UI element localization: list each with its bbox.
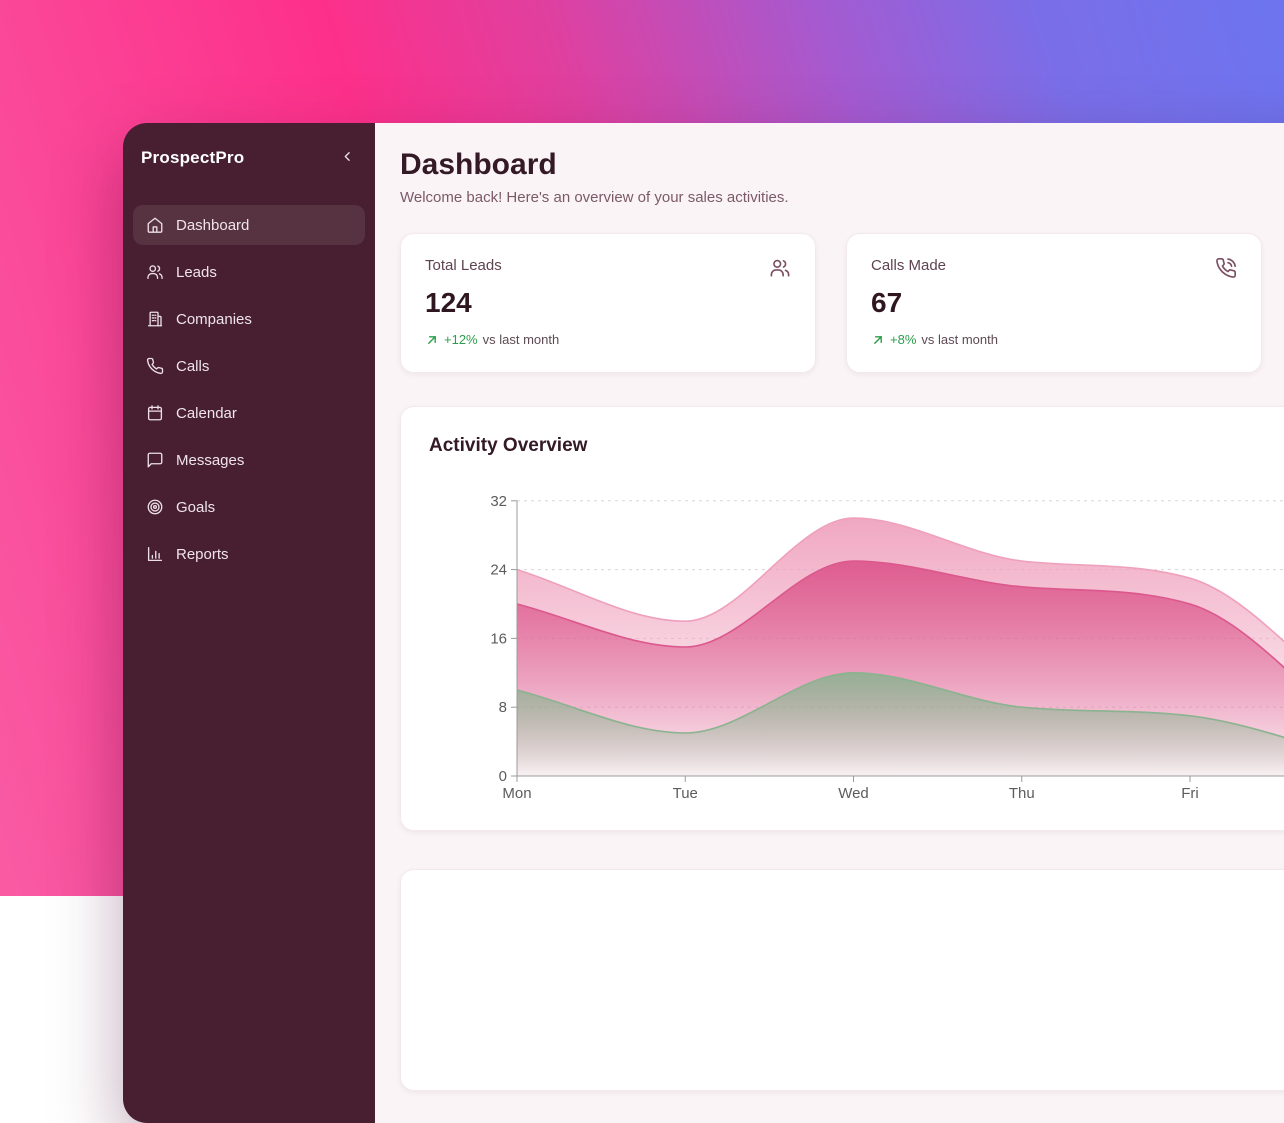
sidebar-item-calendar[interactable]: Calendar — [133, 393, 365, 433]
trend-delta: +12% — [444, 332, 478, 347]
y-tick-label: 0 — [499, 768, 507, 785]
bottom-section-card — [400, 869, 1284, 1091]
activity-overview-card: Activity Overview 0 8 16 24 32 Mon Tue Wed Thu Fr… — [400, 406, 1284, 831]
sidebar-header: ProspectPro — [123, 123, 375, 169]
stat-label: Total Leads — [425, 257, 502, 274]
x-tick-label: Mon — [502, 785, 531, 802]
x-tick-label: Fri — [1181, 785, 1199, 802]
sidebar-item-goals[interactable]: Goals — [133, 487, 365, 527]
y-tick-label: 32 — [490, 493, 507, 510]
sidebar-item-reports[interactable]: Reports — [133, 534, 365, 574]
stat-trend: +8% vs last month — [871, 332, 1237, 347]
stat-label: Calls Made — [871, 257, 946, 274]
trend-suffix: vs last month — [921, 332, 998, 347]
users-icon — [146, 263, 164, 281]
sidebar-nav: Dashboard Leads Companies Calls Calendar… — [123, 205, 375, 581]
app-window: ProspectPro Dashboard Leads Companies Ca… — [123, 123, 1284, 1123]
users-icon — [769, 257, 791, 279]
stat-cards-row: Total Leads 124 +12% vs last month Calls… — [400, 233, 1284, 373]
bar-chart-icon — [146, 545, 164, 563]
stat-value: 124 — [425, 287, 791, 319]
y-tick-label: 8 — [499, 699, 507, 716]
stat-card: Total Leads 124 +12% vs last month — [400, 233, 816, 373]
message-icon — [146, 451, 164, 469]
phone-call-icon — [1215, 257, 1237, 279]
calendar-icon — [146, 404, 164, 422]
stat-card: Calls Made 67 +8% vs last month — [846, 233, 1262, 373]
sidebar-item-messages[interactable]: Messages — [133, 440, 365, 480]
x-tick-label: Wed — [838, 785, 869, 802]
x-tick-label: Thu — [1009, 785, 1035, 802]
sidebar-item-dashboard[interactable]: Dashboard — [133, 205, 365, 245]
sidebar-item-companies[interactable]: Companies — [133, 299, 365, 339]
building-icon — [146, 310, 164, 328]
chart-area: 08162432MonTueWedThuFriSat — [429, 477, 1284, 812]
x-tick-label: Tue — [673, 785, 698, 802]
stat-trend: +12% vs last month — [425, 332, 791, 347]
stat-value: 67 — [871, 287, 1237, 319]
phone-icon — [146, 357, 164, 375]
y-tick-label: 16 — [490, 630, 507, 647]
trend-delta: +8% — [890, 332, 916, 347]
y-tick-label: 24 — [490, 562, 507, 579]
chevron-left-icon — [340, 149, 355, 167]
arrow-up-right-icon — [871, 333, 885, 347]
trend-suffix: vs last month — [483, 332, 560, 347]
page-title: Dashboard — [400, 148, 1284, 182]
chart-title: Activity Overview — [429, 435, 1284, 457]
home-icon — [146, 216, 164, 234]
sidebar-item-calls[interactable]: Calls — [133, 346, 365, 386]
sidebar-item-leads[interactable]: Leads — [133, 252, 365, 292]
app-logo-text: ProspectPro — [141, 148, 244, 168]
activity-area-chart: 08162432MonTueWedThuFriSat — [429, 477, 1284, 812]
sidebar: ProspectPro Dashboard Leads Companies Ca… — [123, 123, 375, 1123]
arrow-up-right-icon — [425, 333, 439, 347]
target-icon — [146, 498, 164, 516]
sidebar-collapse-button[interactable] — [338, 147, 357, 169]
page-subtitle: Welcome back! Here's an overview of your… — [400, 189, 1284, 206]
main-content: Dashboard Welcome back! Here's an overvi… — [375, 123, 1284, 1123]
